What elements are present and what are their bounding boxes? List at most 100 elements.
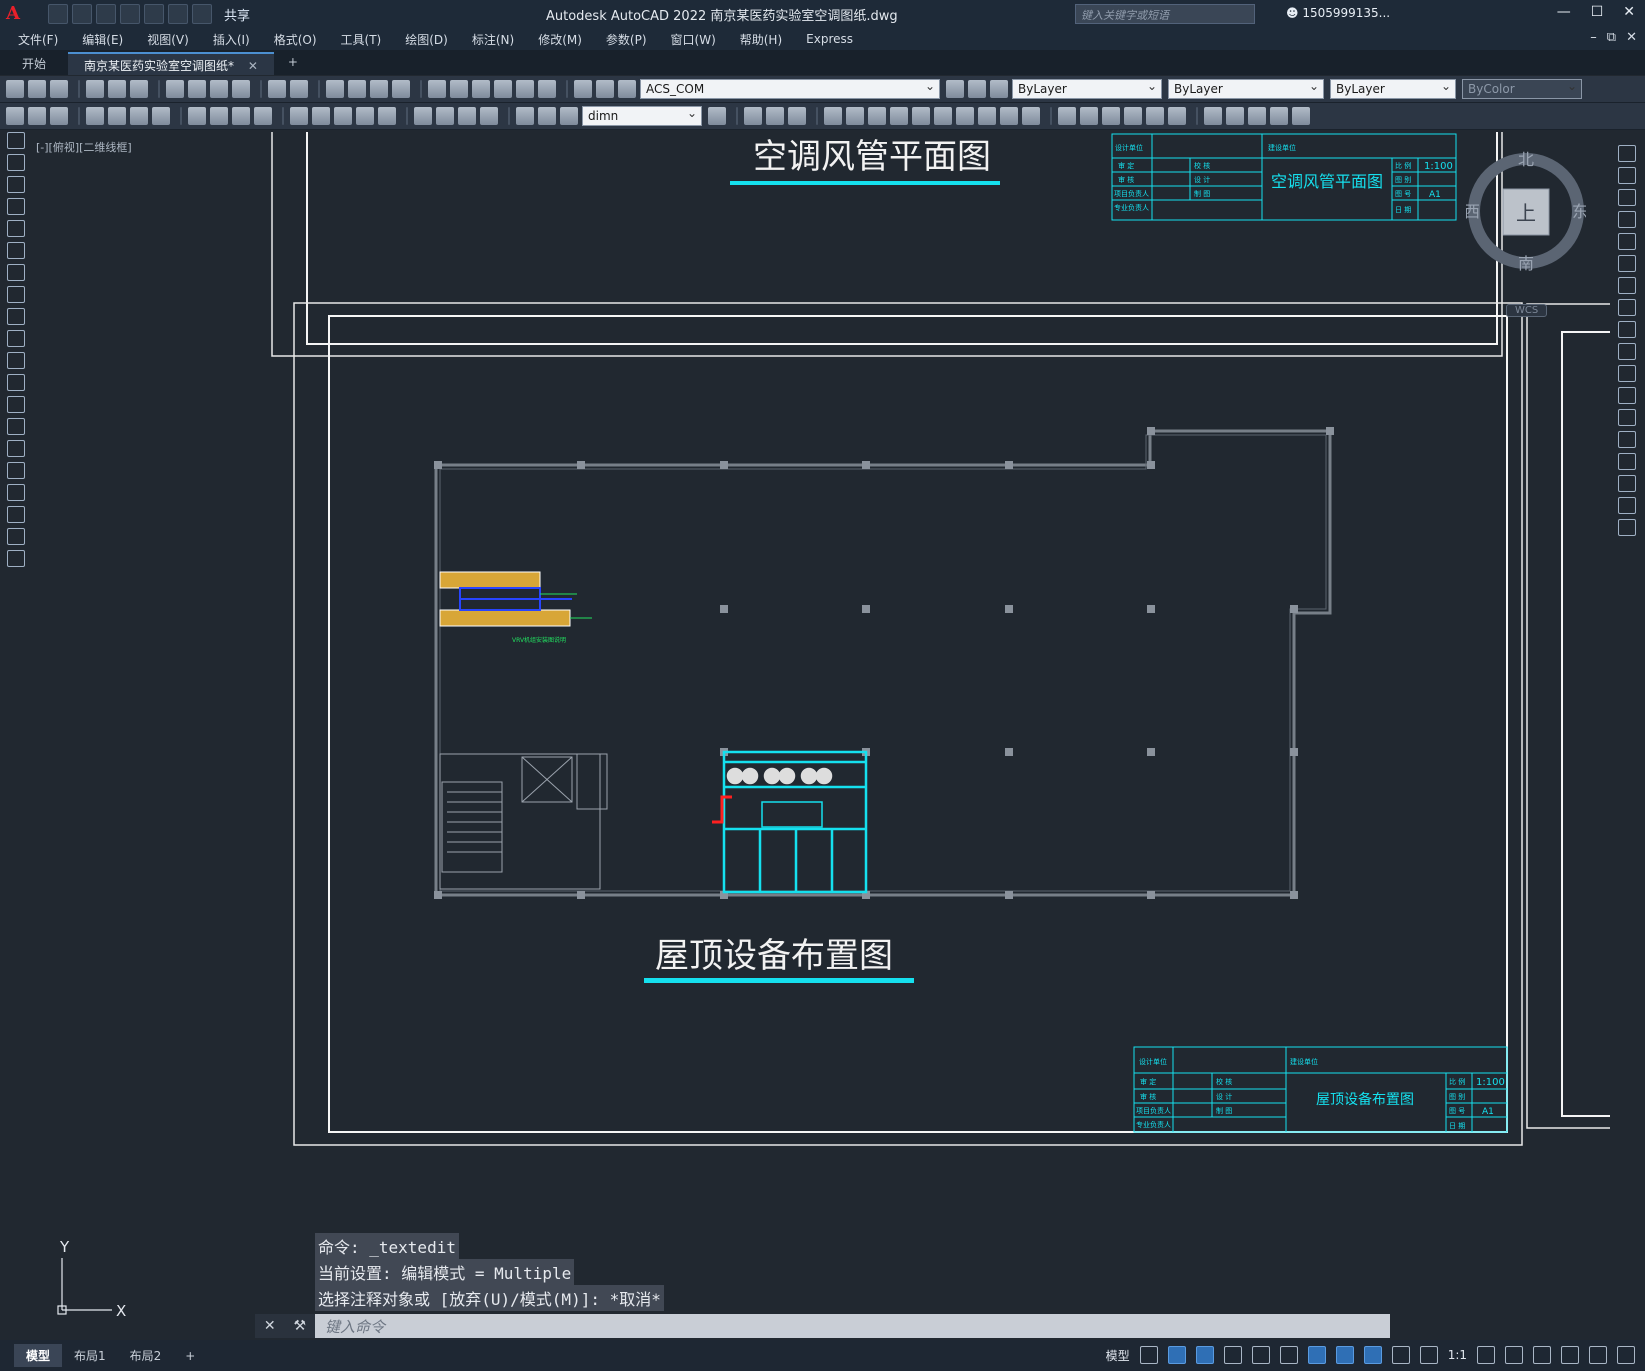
annotation-scale-value[interactable]: 1:1 [1448,1348,1467,1362]
fillet-icon[interactable] [1618,475,1636,492]
viewcube[interactable]: 上 北 南 西 东 [1466,151,1586,271]
menu-help[interactable]: 帮助(H) [740,31,782,48]
preview-icon[interactable] [108,80,126,98]
design-center-icon[interactable] [450,80,468,98]
color-dropdown[interactable]: ByLayer [1012,79,1162,99]
undo-icon[interactable] [268,80,286,98]
annotation-visibility-icon[interactable] [1363,1346,1382,1364]
compass-west[interactable]: 西 [1466,202,1480,221]
mirror-icon[interactable] [1618,189,1636,206]
modify-icon-8[interactable] [978,107,996,125]
undo-icon[interactable] [168,4,188,24]
polar-icon[interactable] [1223,1346,1242,1364]
layout-tab-1[interactable]: 布局1 [62,1344,118,1367]
insert-icon-5[interactable] [1292,107,1310,125]
angular-dim-icon[interactable] [254,107,272,125]
properties-icon[interactable] [428,80,446,98]
insert-icon-1[interactable] [1204,107,1222,125]
menu-window[interactable]: 窗口(W) [671,31,716,48]
line-icon[interactable] [7,132,25,149]
baseline-dim-icon[interactable] [312,107,330,125]
jogged-linear-icon[interactable] [480,107,498,125]
modify-icon-4[interactable] [890,107,908,125]
dimstyle-dropdown[interactable]: dimn [582,106,702,126]
menu-draw[interactable]: 绘图(D) [405,31,448,48]
radius-dim-icon[interactable] [188,107,206,125]
plot-icon[interactable] [144,4,164,24]
point-icon[interactable] [7,418,25,435]
copy-icon[interactable] [188,80,206,98]
construction-line-icon[interactable] [7,154,25,171]
modify-icon-1[interactable] [824,107,842,125]
redo-icon[interactable] [192,4,212,24]
menu-view[interactable]: 视图(V) [147,31,189,48]
doc-minimize-button[interactable]: – [1590,30,1597,45]
dim-style-icon[interactable] [708,107,726,125]
menu-format[interactable]: 格式(O) [274,31,317,48]
customize-wrench-icon[interactable]: ⚒ [294,1318,307,1334]
cut-icon[interactable] [166,80,184,98]
save-icon[interactable] [50,80,68,98]
add-layout-button[interactable]: + [173,1346,207,1366]
tool-palettes-icon[interactable] [472,80,490,98]
paste-icon[interactable] [210,80,228,98]
help-icon[interactable] [574,80,592,98]
menu-insert[interactable]: 插入(I) [213,31,250,48]
isometric-icon[interactable] [1251,1346,1270,1364]
dim-space-icon[interactable] [356,107,374,125]
break-icon[interactable] [1618,409,1636,426]
save-icon[interactable] [96,4,116,24]
markup-icon[interactable] [516,80,534,98]
array-icon[interactable] [1618,233,1636,250]
minimize-button[interactable]: — [1557,4,1571,20]
polygon-icon[interactable] [7,198,25,215]
insert-icon-3[interactable] [1248,107,1266,125]
ellipse-icon[interactable] [7,330,25,347]
menu-modify[interactable]: 修改(M) [538,31,582,48]
modify-icon-9[interactable] [1000,107,1018,125]
view-icon-2[interactable] [1080,107,1098,125]
inspection-icon[interactable] [458,107,476,125]
tab-document[interactable]: 南京某医药实验室空调图纸* ✕ [68,52,274,75]
modify-icon-6[interactable] [934,107,952,125]
modify-icon-7[interactable] [956,107,974,125]
add-annotation-icon[interactable] [1505,1346,1523,1364]
extend-icon[interactable] [1618,365,1636,382]
sheet-set-icon[interactable] [494,80,512,98]
new-tab-button[interactable]: + [280,52,306,75]
explode-icon[interactable] [1618,519,1636,536]
tool-icon-c[interactable] [50,107,68,125]
isolate-objects-icon[interactable] [1533,1346,1551,1364]
view-icon-3[interactable] [1102,107,1120,125]
zoom-realtime-icon[interactable] [348,80,366,98]
close-command-icon[interactable]: ✕ [264,1318,276,1334]
gradient-icon[interactable] [7,462,25,479]
rotate-icon[interactable] [1618,277,1636,294]
circle-icon[interactable] [7,264,25,281]
menu-file[interactable]: 文件(F) [18,31,58,48]
tab-start[interactable]: 开始 [6,52,62,75]
zoom-window-icon[interactable] [370,80,388,98]
workspace-gear-icon[interactable] [1477,1346,1495,1364]
trim-icon[interactable] [1618,343,1636,360]
layer-properties-icon[interactable] [596,80,614,98]
compass-east[interactable]: 东 [1572,202,1586,221]
drawing-canvas[interactable]: 空调风管平面图 设计单位 建设单位 审 定 审 核 项目负责人 专业负责人 校 … [32,132,1610,1342]
menu-edit[interactable]: 编辑(E) [82,31,123,48]
new-file-icon[interactable] [48,4,68,24]
view-icon-5[interactable] [1146,107,1164,125]
stretch-icon[interactable] [1618,321,1636,338]
autocad-logo[interactable]: A [6,3,28,25]
layer-previous-icon[interactable] [968,80,986,98]
ellipse-arc-icon[interactable] [7,352,25,369]
dim-update-icon[interactable] [560,107,578,125]
viewport-controls[interactable]: [-][俯视][二维线框] [36,139,132,155]
linear-dim-icon[interactable] [86,107,104,125]
open-file-icon[interactable] [72,4,92,24]
jogged-dim-icon[interactable] [210,107,228,125]
open-icon[interactable] [28,80,46,98]
layer-state-icon[interactable] [618,80,636,98]
arc-icon[interactable] [7,242,25,259]
dim-break-icon[interactable] [378,107,396,125]
zoom-previous-icon[interactable] [392,80,410,98]
